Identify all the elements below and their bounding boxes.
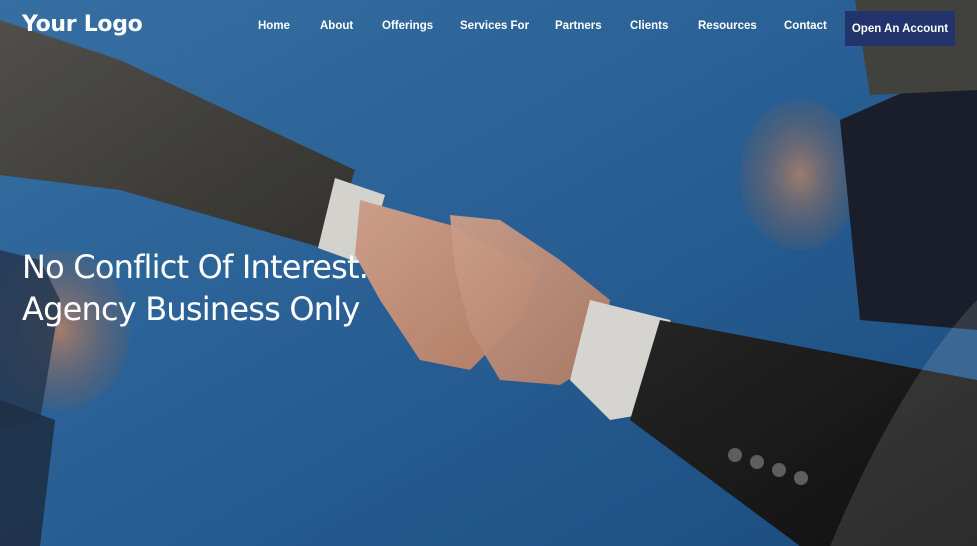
nav-item-services-for[interactable]: Services For: [460, 20, 529, 32]
hero-headline-line-2: Agency Business Only: [22, 290, 360, 328]
nav-item-about[interactable]: About: [320, 20, 353, 32]
nav-item-home[interactable]: Home: [258, 20, 290, 32]
hero-section: Your Logo Home About Offerings Services …: [0, 0, 977, 546]
site-header: Your Logo Home About Offerings Services …: [0, 0, 977, 56]
hero-headline-line-1: No Conflict Of Interest.: [22, 248, 369, 286]
nav-item-resources[interactable]: Resources: [698, 20, 757, 32]
nav-item-clients[interactable]: Clients: [630, 20, 668, 32]
hero-headline: No Conflict Of Interest. Agency Business…: [22, 246, 369, 330]
nav-item-contact[interactable]: Contact: [784, 20, 827, 32]
nav-item-offerings[interactable]: Offerings: [382, 20, 433, 32]
open-account-button[interactable]: Open An Account: [845, 11, 955, 46]
nav-item-partners[interactable]: Partners: [555, 20, 602, 32]
site-logo[interactable]: Your Logo: [22, 12, 143, 37]
